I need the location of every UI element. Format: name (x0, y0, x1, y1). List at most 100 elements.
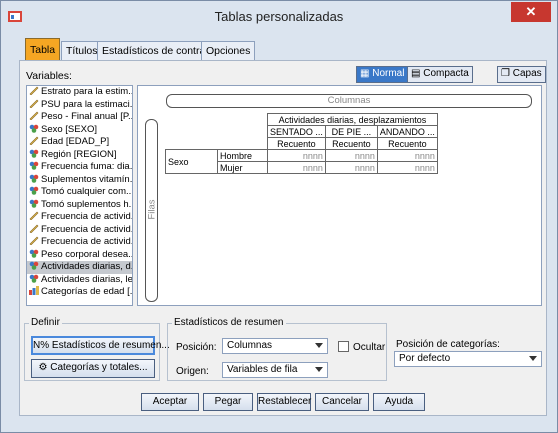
row-variable-header[interactable]: Sexo (165, 149, 218, 174)
statistic-header[interactable]: Recuento (324, 137, 378, 150)
nominal-icon (29, 249, 39, 258)
column-category[interactable]: ANDANDO ... (376, 125, 438, 138)
hide-label: Ocultar (353, 342, 386, 353)
definir-group: Definir N% Estadísticos de resumen... ⚙ … (24, 317, 170, 381)
compact-view-button[interactable]: ▤ Compacta (407, 66, 473, 83)
tab-tabla[interactable]: Tabla (25, 38, 61, 61)
chevron-down-icon (315, 343, 323, 348)
variable-list-item[interactable]: Frecuencia de activid... (27, 236, 132, 249)
nominal-icon (29, 261, 39, 270)
ruler-icon (29, 86, 39, 95)
column-variable-header[interactable]: Actividades diarias, desplazamientos (267, 113, 438, 126)
ruler-icon (29, 99, 39, 108)
columns-drop-zone[interactable]: Columnas (166, 94, 532, 108)
ruler-icon (29, 111, 39, 120)
variable-list-item[interactable]: Tomó suplementos h... (27, 199, 132, 212)
statistic-header[interactable]: Recuento (267, 137, 326, 150)
rows-label: Filas (146, 199, 158, 220)
nominal-icon (29, 186, 39, 195)
category-position-select[interactable]: Por defecto (394, 351, 542, 367)
variable-list-item[interactable]: Actividades diarias, lev... (27, 274, 132, 287)
ruler-icon (29, 211, 39, 220)
normal-view-button[interactable]: ▦ Normal (356, 66, 409, 83)
variable-list-item[interactable]: Categorías de edad [... (27, 286, 132, 299)
row-category[interactable]: Hombre (217, 149, 268, 162)
layers-button[interactable]: ❐ Capas (497, 66, 546, 83)
ok-button[interactable]: Aceptar (141, 393, 199, 411)
grid-icon: ▦ (360, 68, 373, 79)
variable-label: Frecuencia de activid... (41, 223, 132, 235)
nominal-icon (29, 174, 39, 183)
statistic-header[interactable]: Recuento (376, 137, 438, 150)
source-label: Origen: (176, 366, 209, 377)
variable-label: Tomó suplementos h... (41, 198, 132, 210)
rows-drop-zone[interactable]: Filas (145, 119, 158, 302)
chevron-down-icon (529, 356, 537, 361)
source-select[interactable]: Variables de fila (222, 362, 328, 378)
variable-label: Frecuencia fuma: dia... (41, 161, 132, 172)
variable-list-item[interactable]: PSU para la estimaci... (27, 99, 132, 112)
column-category[interactable]: SENTADO ... (267, 125, 326, 138)
paste-button[interactable]: Pegar (203, 393, 253, 411)
table-cell: nnnn (324, 161, 378, 174)
table-preview: Actividades diarias, desplazamientos SEN… (165, 113, 438, 174)
definir-title: Definir (29, 317, 62, 328)
tab-opciones[interactable]: Opciones (201, 41, 256, 60)
reset-button[interactable]: Restablecer (257, 393, 311, 411)
variable-list-item[interactable]: Frecuencia fuma: dia... (27, 161, 132, 174)
close-button[interactable]: ✕ (511, 2, 551, 22)
variable-label: PSU para la estimaci... (41, 98, 132, 110)
help-button[interactable]: Ayuda (373, 393, 425, 411)
position-select[interactable]: Columnas (222, 338, 328, 354)
categories-totals-button[interactable]: ⚙ Categorías y totales... (31, 359, 155, 378)
variable-list-item[interactable]: Frecuencia de activid... (27, 224, 132, 237)
variable-list-item[interactable]: Región [REGION] (27, 149, 132, 162)
variable-list-item[interactable]: Frecuencia de activid... (27, 211, 132, 224)
variable-label: Región [REGION] (41, 148, 117, 160)
hide-checkbox[interactable] (338, 341, 349, 352)
variable-label: Estrato para la estim... (41, 86, 132, 97)
variable-list-item[interactable]: Sexo [SEXO] (27, 124, 132, 137)
table-cell: nnnn (267, 149, 326, 162)
variable-list-item[interactable]: Peso - Final anual [P... (27, 111, 132, 124)
column-category[interactable]: DE PIE ... (324, 125, 378, 138)
nominal-icon (29, 161, 39, 170)
variable-label: Tomó cualquier com... (41, 186, 132, 197)
variable-list[interactable]: Estrato para la estim... PSU para la esti… (26, 85, 133, 306)
title-bar: Tablas personalizadas ✕ (1, 1, 557, 31)
variable-label: Edad [EDAD_P] (41, 136, 110, 147)
variable-label: Frecuencia de activid... (41, 211, 132, 222)
layers-icon: ❐ (501, 68, 513, 79)
table-cell: nnnn (376, 161, 438, 174)
dialog-window: Tablas personalizadas ✕ Tabla Títulos Es… (0, 0, 558, 433)
variable-list-item[interactable]: Actividades diarias, d... (27, 261, 132, 274)
variable-list-item[interactable]: Tomó cualquier com... (27, 186, 132, 199)
window-title: Tablas personalizadas (214, 9, 344, 24)
variable-list-item[interactable]: Estrato para la estim... (27, 86, 132, 99)
variable-label: Sexo [SEXO] (41, 123, 97, 135)
variable-label: Actividades diarias, d... (41, 261, 132, 272)
variable-label: Frecuencia de activid... (41, 236, 132, 247)
variable-list-item[interactable]: Suplementos vitamín... (27, 174, 132, 187)
table-cell: nnnn (324, 149, 378, 162)
row-category[interactable]: Mujer (217, 161, 268, 174)
variable-label: Actividades diarias, lev... (41, 273, 132, 285)
table-cell: nnnn (376, 149, 438, 162)
categories-icon: ⚙ (38, 362, 51, 373)
ruler-icon (29, 224, 39, 233)
table-canvas[interactable]: Columnas Filas Actividades diarias, desp… (137, 85, 542, 306)
summary-statistics-group: Estadísticos de resumen Posición: Column… (167, 317, 387, 381)
chevron-down-icon (315, 367, 323, 372)
variable-list-item[interactable]: Edad [EDAD_P] (27, 136, 132, 149)
variable-label: Peso - Final anual [P... (41, 111, 132, 122)
cancel-button[interactable]: Cancelar (315, 393, 369, 411)
summary-statistics-button[interactable]: N% Estadísticos de resumen... (31, 336, 170, 355)
nominal-icon (29, 124, 39, 133)
variable-label: Categorías de edad [... (41, 286, 132, 297)
table-cell: nnnn (267, 161, 326, 174)
statistics-icon: N% (33, 340, 52, 351)
variable-list-item[interactable]: Peso corporal desea... (27, 249, 132, 262)
nominal-icon (29, 199, 39, 208)
summary-statistics-title: Estadísticos de resumen (172, 317, 286, 328)
nominal-icon (29, 274, 39, 283)
